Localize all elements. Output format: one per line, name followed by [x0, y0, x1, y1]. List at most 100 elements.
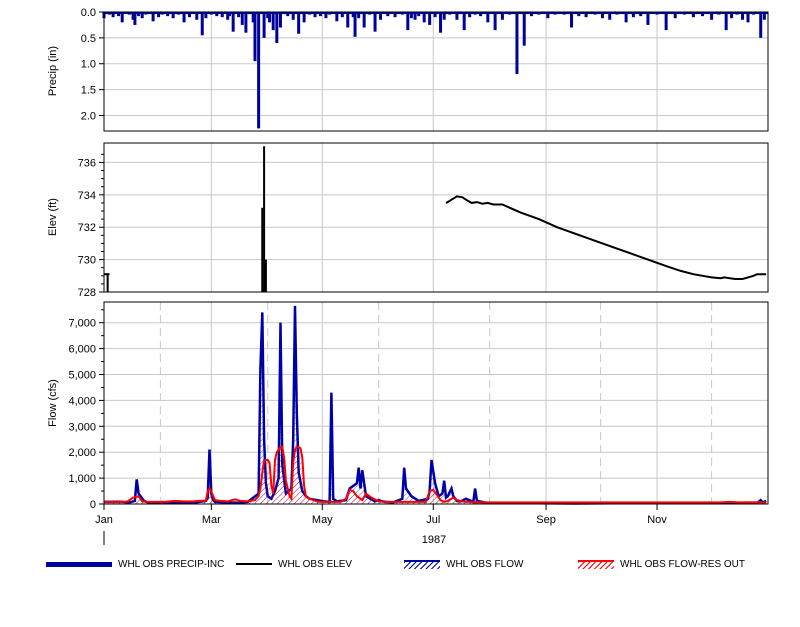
precip-bar [691, 12, 695, 18]
precip-bar [353, 12, 357, 37]
precip-bar [240, 12, 244, 25]
flow-ytick-label: 5,000 [68, 370, 96, 382]
precip-bar [120, 12, 124, 23]
precip-bar [151, 12, 155, 22]
precip-bar [500, 12, 504, 20]
precip-bar [409, 12, 413, 19]
precip-bar [584, 12, 588, 18]
precip-bar [373, 12, 377, 32]
legend-label-flow: WHL OBS FLOW [446, 558, 524, 570]
precip-bar [379, 12, 383, 20]
precip-bar [244, 12, 248, 33]
precip-bar [433, 12, 437, 18]
flow-xtick-label: Sep [536, 514, 556, 526]
flow-ytick-label: 7,000 [68, 318, 96, 330]
precip-bar [741, 12, 745, 20]
legend-label-resout: WHL OBS FLOW-RES OUT [620, 558, 746, 570]
precip-bar [546, 12, 550, 19]
precip-bar [442, 12, 446, 20]
precip-bar [730, 12, 734, 19]
precip-bar [346, 12, 350, 28]
precip-bar [228, 12, 232, 17]
legend-item-flow: WHL OBS FLOW [404, 556, 523, 572]
precip-bar [428, 12, 432, 25]
flow-plot-frame [103, 301, 769, 505]
precip-bar [406, 12, 410, 31]
precip-bars [102, 12, 768, 129]
precip-bar [188, 12, 192, 18]
precip-bar [724, 12, 728, 31]
legend-swatch-flow [404, 559, 440, 569]
precip-bar [673, 12, 677, 19]
precip-bar [422, 12, 426, 23]
flow-ytick-label: 0 [90, 499, 96, 511]
precip-bar [664, 12, 668, 31]
precip-bar [302, 12, 306, 23]
precip-bar [297, 12, 301, 34]
flow-series-line [103, 305, 767, 505]
precip-bar [220, 12, 224, 18]
precip-bar [257, 12, 261, 129]
elev-ytick-label: 734 [78, 190, 96, 202]
precip-bar [522, 12, 526, 46]
precip-bar [313, 12, 317, 18]
precip-bar [268, 12, 272, 23]
precip-bar [600, 12, 604, 19]
precip-ytick-label: 1.0 [81, 59, 96, 71]
precip-bar [515, 12, 519, 75]
elev-panel: 728 730 732 734 736 Elev (ft) [47, 142, 769, 299]
precip-bar [324, 12, 328, 19]
flow-y-axis-label: Flow (cfs) [47, 379, 59, 427]
precip-bar [624, 12, 628, 23]
precip-bar [231, 12, 235, 32]
precip-bar [275, 12, 279, 44]
flow-series [103, 305, 767, 505]
precip-bar [117, 12, 121, 17]
precip-bar [646, 12, 650, 25]
precip-bar [455, 12, 459, 20]
chart-figure: 0.0 0.5 1.0 1.5 2.0 Precip (in) 728 730 732 734… [47, 7, 769, 546]
precip-bar [237, 12, 241, 18]
precip-bar [340, 12, 344, 18]
precip-bar [140, 12, 144, 19]
precip-bar [759, 12, 763, 38]
flow-ytick-label: 1,000 [68, 473, 96, 485]
precip-bar [701, 12, 705, 17]
precip-bar [137, 12, 141, 17]
elev-y-ticks: 728 730 732 734 736 [78, 153, 104, 299]
precip-bar [486, 12, 490, 23]
precip-ytick-label: 1.5 [81, 85, 96, 97]
precip-y-axis-label: Precip (in) [47, 46, 59, 96]
precip-bar [577, 12, 581, 17]
flow-ytick-label: 4,000 [68, 395, 96, 407]
flow-x-ticks: Jan Mar May Jul Sep Nov [95, 504, 667, 526]
flow-ytick-label: 6,000 [68, 344, 96, 356]
legend-swatch-elev [236, 563, 272, 565]
precip-bar [215, 12, 219, 17]
precip-bar [493, 12, 497, 31]
legend-label-precip: WHL OBS PRECIP-INC [118, 558, 225, 570]
elev-ytick-label: 730 [78, 255, 96, 267]
precip-bar [286, 12, 290, 17]
precip-bar [318, 12, 322, 17]
precip-bar [171, 12, 175, 19]
precip-ytick-label: 2.0 [81, 110, 96, 122]
precip-bar [166, 12, 170, 17]
precip-bar [335, 12, 339, 22]
elev-ytick-label: 736 [78, 157, 96, 169]
flow-panel: 0 1,000 2,000 3,000 4,000 5,000 6,000 7,000 Jan… [47, 301, 769, 546]
elev-series [104, 146, 767, 292]
flow-ytick-label: 3,000 [68, 421, 96, 433]
x-axis-year-label: 1987 [422, 534, 446, 546]
precip-bar [639, 12, 643, 17]
precip-y-ticks: 0.0 0.5 1.0 1.5 2.0 [81, 7, 104, 122]
precip-bar [417, 12, 421, 17]
precip-bar [204, 12, 208, 19]
precip-bar [462, 12, 466, 31]
precip-bar [570, 12, 574, 28]
elev-gridlines [103, 143, 768, 293]
precip-bar [133, 12, 137, 25]
precip-panel: 0.0 0.5 1.0 1.5 2.0 Precip (in) [47, 7, 769, 132]
legend-swatch-precip [46, 561, 112, 567]
flow-gridlines [103, 302, 768, 505]
